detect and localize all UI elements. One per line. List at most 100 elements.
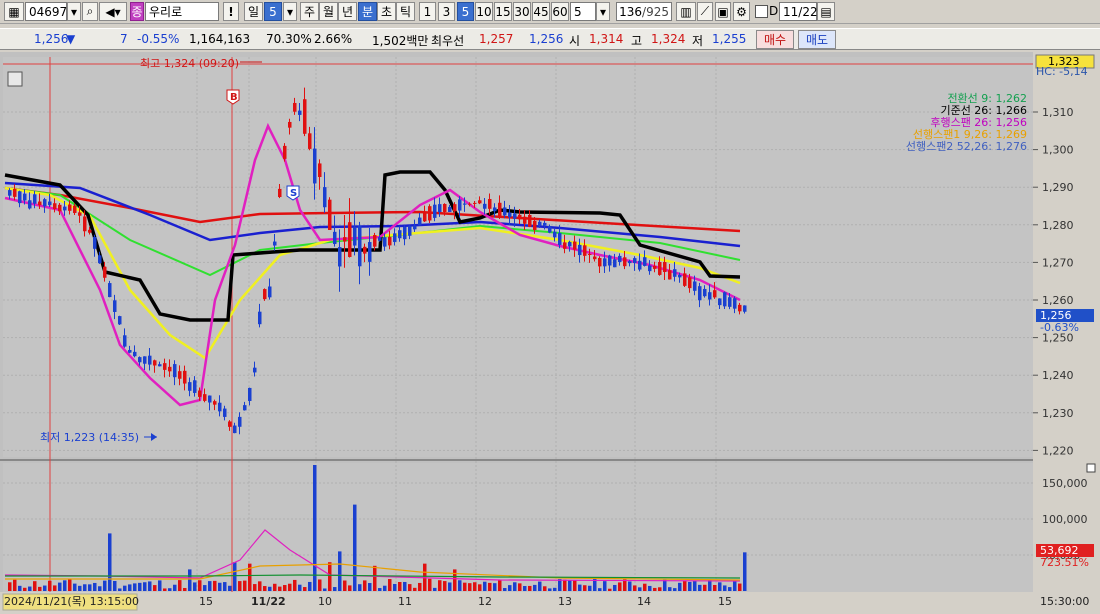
interval-60-button[interactable]: 60 xyxy=(551,2,569,21)
calendar-icon[interactable]: ▤ xyxy=(817,2,835,21)
interval-1-button[interactable]: 1 xyxy=(419,2,436,21)
count-field[interactable]: 136/925 xyxy=(616,2,672,21)
search-icon[interactable]: ⌕ xyxy=(82,2,98,21)
settings-icon[interactable]: ⚙ xyxy=(733,2,750,21)
candle xyxy=(698,286,702,301)
candle xyxy=(23,193,27,201)
candle xyxy=(428,206,432,221)
buy-button[interactable]: 매수 xyxy=(756,30,794,49)
price-panel[interactable] xyxy=(3,57,1033,457)
candle-type-icon[interactable]: ▥ xyxy=(676,2,696,21)
period-second-button[interactable]: 초 xyxy=(377,2,396,21)
sell-button[interactable]: 매도 xyxy=(798,30,836,49)
price-change: 7 xyxy=(120,32,128,46)
volume-bar xyxy=(578,584,582,591)
interval-15-button[interactable]: 15 xyxy=(494,2,512,21)
interval-5-button[interactable]: 5 xyxy=(457,2,474,21)
volume-panel[interactable] xyxy=(3,463,1033,592)
volume-bar xyxy=(158,580,162,591)
volume-bar xyxy=(143,582,147,591)
volume-bar xyxy=(398,582,402,591)
period-tick-button[interactable]: 틱 xyxy=(396,2,415,21)
candle xyxy=(213,401,217,405)
volume-bar xyxy=(283,585,287,591)
volume-bar xyxy=(133,583,137,591)
period-year-button[interactable]: 년 xyxy=(338,2,357,21)
volume-bar xyxy=(428,578,432,591)
interval-dropdown-icon[interactable]: ▾ xyxy=(596,2,610,21)
period-day-button[interactable]: 일 xyxy=(244,2,263,21)
volume-bar xyxy=(458,580,462,591)
candle xyxy=(453,204,457,212)
candle xyxy=(588,253,592,255)
count-total: /925 xyxy=(642,4,669,19)
candle xyxy=(648,265,652,272)
price-axis-label: 1,310 xyxy=(1042,106,1074,119)
price-axis-label: 1,220 xyxy=(1042,444,1074,457)
interval-input[interactable]: 5 xyxy=(570,2,596,21)
price-chart[interactable]: 최고 1,324 (09:20) 최저 1,223 (14:35) B S 1,310… xyxy=(0,52,1100,614)
volume-bar xyxy=(373,565,377,591)
candle xyxy=(163,363,167,370)
volume-bar xyxy=(678,582,682,591)
speaker-icon[interactable]: ◀▾ xyxy=(99,2,127,21)
volume-bar xyxy=(673,588,677,591)
interval-3-button[interactable]: 3 xyxy=(438,2,455,21)
price-axis-label: 1,230 xyxy=(1042,407,1074,420)
interval-30-button[interactable]: 30 xyxy=(513,2,531,21)
period-week-button[interactable]: 주 xyxy=(300,2,319,21)
stock-code-input[interactable]: 046970 xyxy=(25,2,75,21)
current-price: 1,256 xyxy=(34,32,69,46)
interval-45-button[interactable]: 45 xyxy=(532,2,550,21)
close-panel-icon[interactable] xyxy=(1086,463,1096,473)
line-tool-icon[interactable]: ⟋ xyxy=(697,2,713,21)
volume-bar xyxy=(658,587,662,591)
date-input[interactable]: 11/22 xyxy=(779,2,818,21)
save-icon[interactable]: ▣ xyxy=(715,2,731,21)
high-price: 1,324 xyxy=(651,32,686,46)
candle xyxy=(718,298,722,306)
candle xyxy=(343,237,347,242)
candle xyxy=(253,367,257,373)
volume-bar xyxy=(508,585,512,591)
candle xyxy=(373,235,377,247)
candle xyxy=(293,102,297,112)
volume-bar xyxy=(608,588,612,591)
buy-signal-label: B xyxy=(230,92,238,103)
volume-bar xyxy=(68,579,72,591)
chart-menu-icon[interactable]: ▦ xyxy=(4,2,24,21)
stock-name-field[interactable]: 우리로 xyxy=(145,2,219,21)
volume-bar xyxy=(718,582,722,591)
volume-bar xyxy=(193,582,197,591)
volume-current-pct: 723.51% xyxy=(1040,556,1089,569)
volume-bar xyxy=(213,580,217,591)
period-dropdown-icon[interactable]: ▾ xyxy=(283,2,297,21)
candle xyxy=(628,261,632,264)
volume-bar xyxy=(278,586,282,591)
candle xyxy=(658,262,662,275)
best-quote-label: 최우선 xyxy=(431,34,465,48)
volume-bar xyxy=(363,580,367,591)
candle xyxy=(63,206,67,211)
period-minute-button[interactable]: 분 xyxy=(358,2,377,21)
candle xyxy=(103,266,107,278)
period-day-count[interactable]: 5 xyxy=(264,2,282,21)
quote-bar: 1,256 ▼ 7 -0.55% 1,164,163 70.30% 2.66% … xyxy=(0,28,1100,50)
candle xyxy=(608,255,612,266)
period-month-button[interactable]: 월 xyxy=(319,2,338,21)
date-checkbox[interactable] xyxy=(755,5,768,18)
code-dropdown-icon[interactable]: ▾ xyxy=(67,2,81,21)
candle xyxy=(533,220,537,231)
trade-amount: 1,502백만 xyxy=(372,34,429,48)
volume-bar xyxy=(683,580,687,591)
candle xyxy=(478,200,482,204)
volume-bar xyxy=(313,465,317,591)
candle xyxy=(68,204,72,211)
panel-config-icon[interactable] xyxy=(7,71,23,87)
high-label: 고 xyxy=(631,34,643,48)
volume-bar xyxy=(13,579,17,591)
alert-button[interactable]: ! xyxy=(223,2,239,21)
interval-10-button[interactable]: 10 xyxy=(475,2,493,21)
volume-bar xyxy=(623,579,627,591)
volume-bar xyxy=(583,585,587,591)
